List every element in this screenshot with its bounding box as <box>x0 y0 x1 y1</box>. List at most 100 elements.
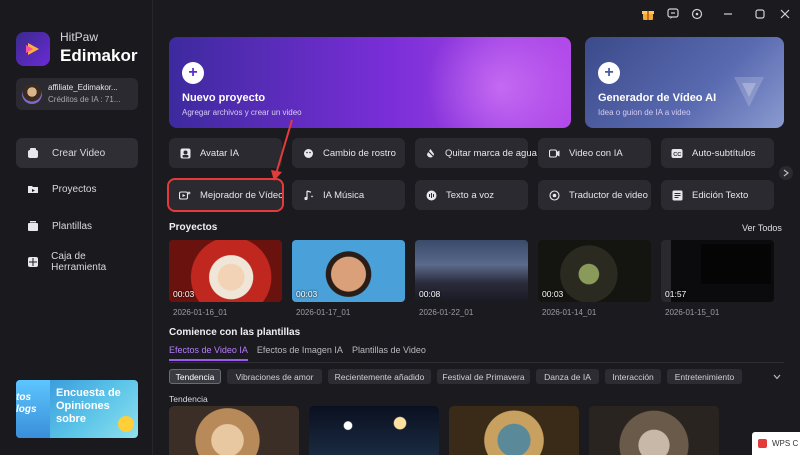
sidebar-item-label: Crear Video <box>52 147 106 159</box>
project-thumbnail[interactable]: 00:08 <box>415 240 528 302</box>
tool-label: Traductor de video <box>569 189 648 201</box>
settings-icon[interactable] <box>689 6 705 22</box>
tool-label: Quitar marca de agua <box>445 147 537 159</box>
template-icon <box>26 219 40 233</box>
new-project-banner[interactable]: + Nuevo proyecto Agregar archivos y crea… <box>169 37 571 128</box>
wps-popup[interactable]: WPS C <box>752 432 800 455</box>
tool-ai-music[interactable]: IA Música <box>292 180 405 210</box>
chip-spring-festival[interactable]: Festival de Primavera <box>437 369 530 384</box>
template-thumbnail[interactable] <box>589 406 719 455</box>
wps-logo-icon <box>758 439 767 448</box>
chip-ai-dance[interactable]: Danza de IA <box>536 369 599 384</box>
face-swap-icon <box>302 147 314 159</box>
templates-title: Comience con las plantillas <box>169 327 301 338</box>
account-card[interactable]: affiliate_Edimakor... Créditos de IA : 7… <box>16 78 138 110</box>
sidebar-item-label: Proyectos <box>52 183 97 195</box>
tool-face-swap[interactable]: Cambio de rostro <box>292 138 405 168</box>
project-duration: 00:03 <box>296 289 318 299</box>
sidebar-item-toolbox[interactable]: Caja de Herramienta <box>16 247 138 277</box>
watermark-remove-icon <box>425 147 436 159</box>
project-thumbnail[interactable]: 00:03 <box>292 240 405 302</box>
account-credits: Créditos de IA : 71... <box>48 95 121 104</box>
tabs-divider <box>169 362 784 363</box>
chip-trending[interactable]: Tendencia <box>169 369 221 384</box>
tool-avatar-ia[interactable]: Avatar IA <box>169 138 282 168</box>
survey-promo-banner[interactable]: tos logs Encuesta de Opiniones sobre <box>16 380 138 438</box>
chips-expand-button[interactable] <box>770 370 784 384</box>
template-thumbnail[interactable] <box>449 406 579 455</box>
toolbox-icon <box>26 255 39 269</box>
new-project-title: Nuevo proyecto <box>182 92 266 104</box>
thumbnail-screen <box>701 244 771 284</box>
chat-icon[interactable] <box>665 6 681 22</box>
tool-label: Cambio de rostro <box>323 147 396 159</box>
sidebar-item-label: Caja de Herramienta <box>51 251 107 273</box>
minimize-icon[interactable] <box>720 6 736 22</box>
promo-text: Encuesta de Opiniones sobre <box>56 387 121 425</box>
close-icon[interactable] <box>777 6 793 22</box>
tool-text-edit[interactable]: Edición Texto <box>661 180 774 210</box>
see-all-link[interactable]: Ver Todos <box>742 223 782 233</box>
chip-interaction[interactable]: Interacción <box>605 369 661 384</box>
chip-recently-added[interactable]: Recientemente añadido <box>328 369 431 384</box>
project-thumbnail[interactable]: 01:57 <box>661 240 774 302</box>
project-thumbnail[interactable]: 00:03 <box>538 240 651 302</box>
translate-icon <box>548 189 560 201</box>
template-thumbnail[interactable] <box>169 406 299 455</box>
gift-icon[interactable] <box>640 6 656 22</box>
tab-ai-video-effects[interactable]: Efectos de Video IA <box>169 345 248 361</box>
avatar-icon <box>179 147 191 159</box>
text-to-speech-icon <box>425 189 437 201</box>
play-logo-icon <box>734 77 764 107</box>
maximize-icon[interactable] <box>752 6 768 22</box>
project-thumbnail[interactable]: 00:03 <box>169 240 282 302</box>
svg-text:CC: CC <box>673 152 681 158</box>
chip-entertainment[interactable]: Entretenimiento <box>667 369 742 384</box>
music-icon <box>302 189 314 201</box>
project-duration: 01:57 <box>665 289 687 299</box>
template-thumbnail[interactable] <box>309 406 439 455</box>
chip-love-vibes[interactable]: Vibraciones de amor <box>227 369 322 384</box>
ai-video-generator-banner[interactable]: + Generador de Vídeo AI Idea o guion de … <box>585 37 784 128</box>
tool-remove-watermark[interactable]: Quitar marca de agua <box>415 138 537 168</box>
project-name: 2026-01-15_01 <box>665 308 720 317</box>
ai-video-title: Generador de Vídeo AI <box>598 92 717 104</box>
project-name: 2026-01-14_01 <box>542 308 597 317</box>
tool-text-to-speech[interactable]: Texto a voz <box>415 180 528 210</box>
tool-auto-subtitles[interactable]: CC Auto-subtítulos <box>661 138 774 168</box>
add-icon: + <box>182 62 204 84</box>
tool-ai-video[interactable]: Video con IA <box>538 138 651 168</box>
ai-video-subtitle: Idea o guion de IA a video <box>598 108 691 117</box>
account-name: affiliate_Edimakor... <box>48 83 118 92</box>
sidebar-item-create-video[interactable]: Crear Video <box>16 138 138 168</box>
promo-left-text: tos logs <box>16 392 37 415</box>
text-edit-icon <box>671 189 683 201</box>
annotation-arrow <box>271 119 293 181</box>
tab-ai-image-effects[interactable]: Efectos de Imagen IA <box>257 345 343 361</box>
brand-line2: Edimakor <box>60 46 138 65</box>
tool-label: Video con IA <box>569 147 623 159</box>
enhance-video-icon <box>179 189 191 201</box>
tool-video-enhancer[interactable]: Mejorador de Vídeo <box>167 178 284 212</box>
project-duration: 00:03 <box>173 289 195 299</box>
subtitles-icon: CC <box>671 147 683 159</box>
brand-line1: HitPaw <box>60 30 99 44</box>
template-tabs: Efectos de Video IA Efectos de Imagen IA… <box>169 345 435 361</box>
tool-label: Auto-subtítulos <box>692 147 756 159</box>
promo-left-panel: tos logs <box>16 380 50 438</box>
tab-video-templates[interactable]: Plantillas de Video <box>352 345 426 361</box>
sidebar-item-projects[interactable]: Proyectos <box>16 174 138 204</box>
sidebar-item-templates[interactable]: Plantillas <box>16 211 138 241</box>
sidebar-item-label: Plantillas <box>52 220 93 232</box>
add-icon: + <box>598 62 620 84</box>
project-duration: 00:08 <box>419 289 441 299</box>
tool-label: IA Música <box>323 189 365 201</box>
tools-scroll-right-button[interactable] <box>779 166 793 180</box>
ai-video-icon <box>548 147 560 159</box>
tool-video-translator[interactable]: Traductor de video <box>538 180 651 210</box>
create-video-icon <box>26 146 40 160</box>
tool-label: Mejorador de Vídeo <box>200 189 284 201</box>
tool-label: Avatar IA <box>200 147 239 159</box>
project-name: 2026-01-17_01 <box>296 308 351 317</box>
tool-label: Texto a voz <box>446 189 495 201</box>
